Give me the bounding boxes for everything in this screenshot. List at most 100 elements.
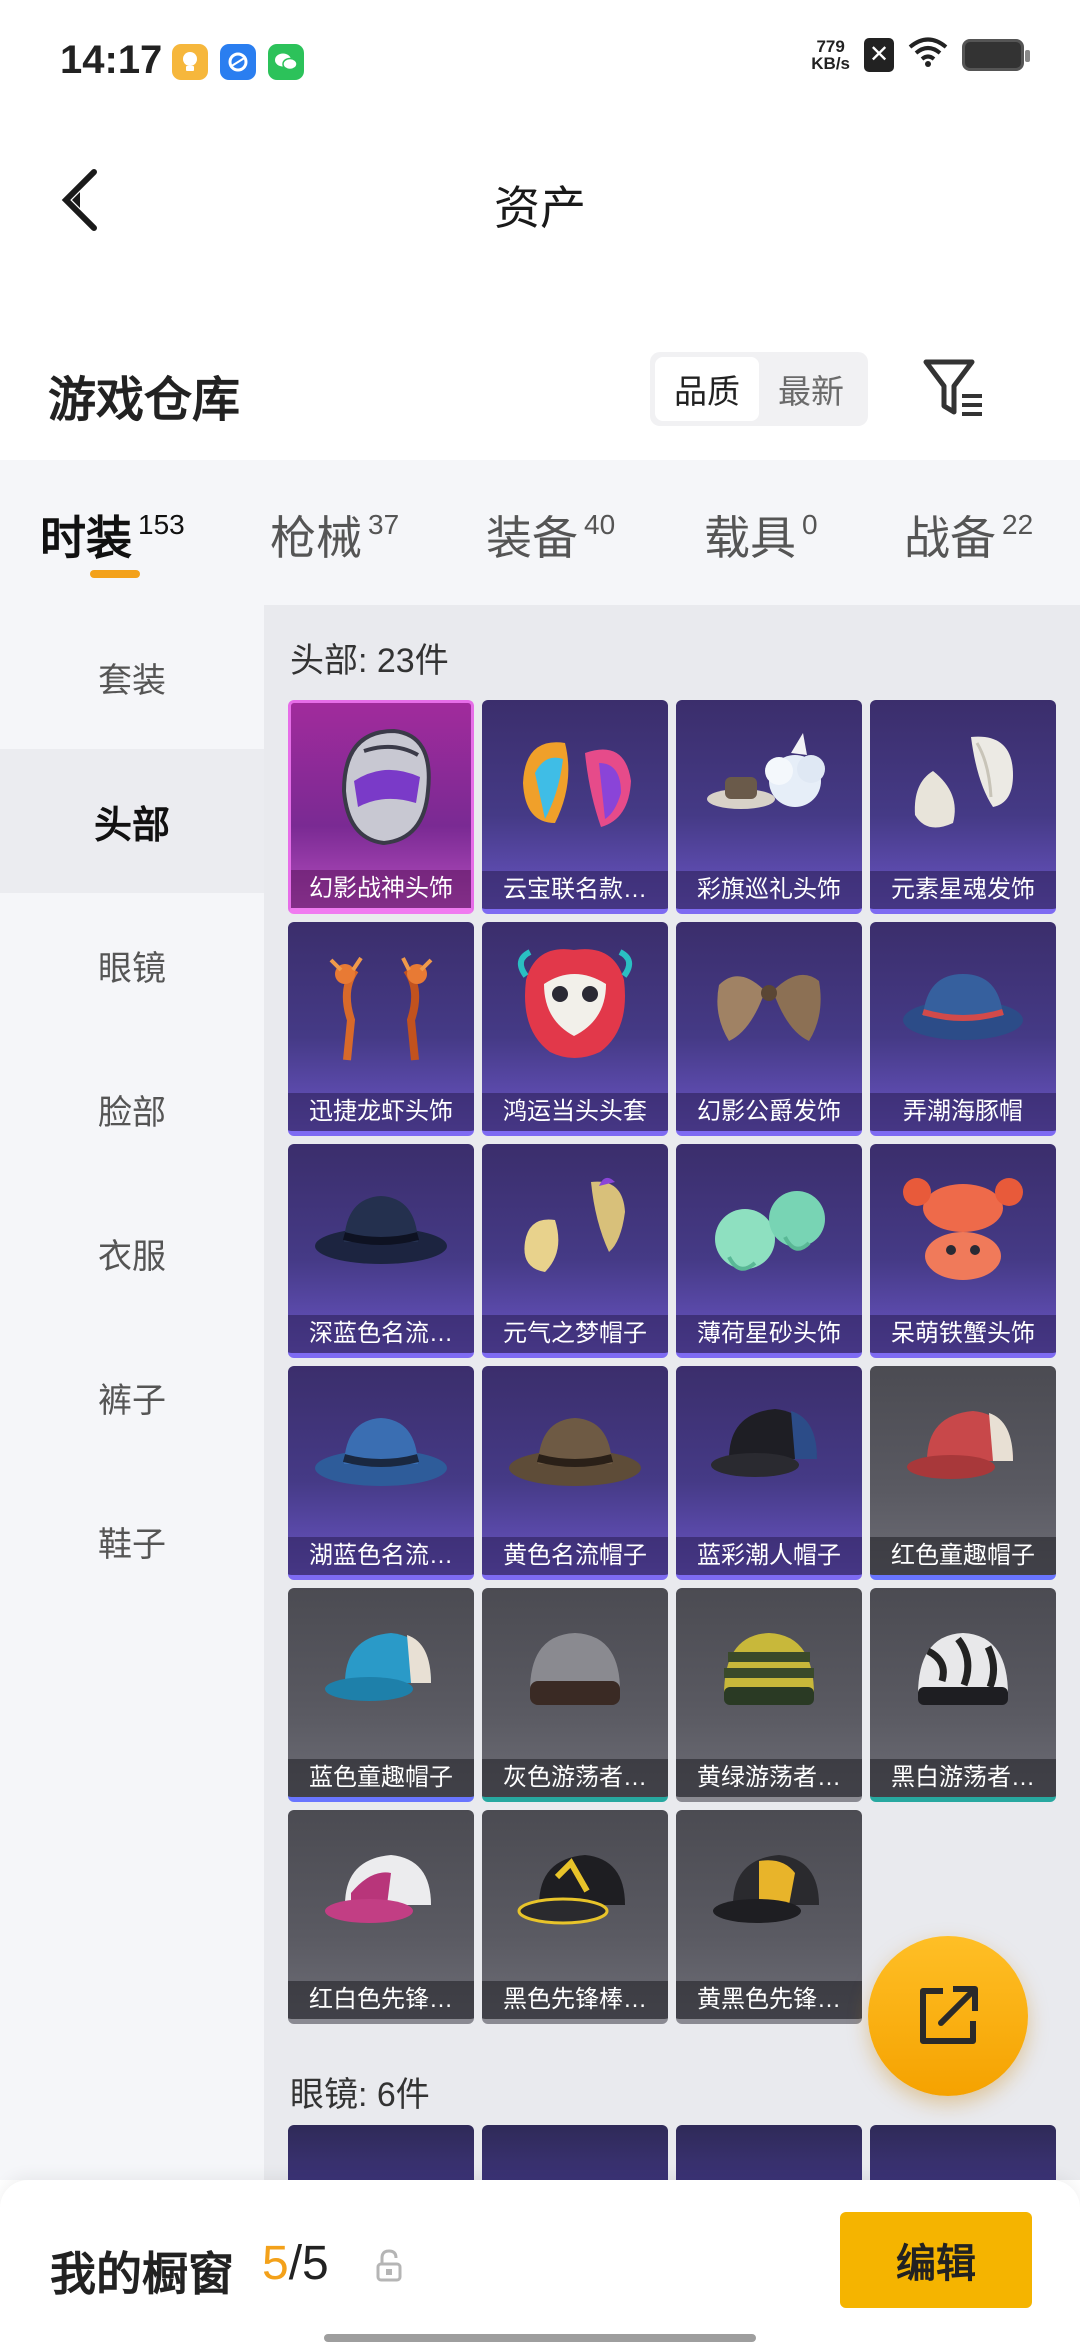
edit-button[interactable]: 编辑 xyxy=(840,2212,1032,2308)
item-card[interactable] xyxy=(288,2125,474,2180)
status-app-icons xyxy=(172,44,304,80)
item-label: 弄潮海豚帽 xyxy=(870,1093,1056,1131)
net-speed: 779 KB/s xyxy=(811,38,850,72)
hat-with-sheep-icon xyxy=(676,708,862,858)
rainbow-hair-icon xyxy=(482,708,668,858)
item-card[interactable]: 蓝彩潮人帽子 xyxy=(676,1366,862,1580)
blonde-hair-icon xyxy=(482,1152,668,1302)
item-card[interactable]: 黄黑色先锋… xyxy=(676,1810,862,2024)
item-card[interactable]: 幻影公爵发饰 xyxy=(676,922,862,1136)
brown-hair-icon xyxy=(676,930,862,1080)
browser-app-icon xyxy=(220,44,256,80)
sidebar-item-head[interactable]: 头部 xyxy=(0,749,264,893)
item-label: 黑色先锋棒… xyxy=(482,1981,668,2019)
item-label: 灰色游荡者… xyxy=(482,1759,668,1797)
blue-fedora-icon xyxy=(288,1374,474,1524)
warehouse-header: 游戏仓库 品质 最新 xyxy=(0,340,1080,460)
tab-count: 22 xyxy=(1002,509,1034,540)
tab-label: 时装 xyxy=(40,512,132,564)
item-card[interactable]: 黑色先锋棒… xyxy=(482,1810,668,2024)
tab-label: 枪械 xyxy=(270,512,362,564)
tab-equipment[interactable]: 装备 40 xyxy=(486,502,615,568)
filter-button[interactable] xyxy=(918,354,988,424)
item-label: 迅捷龙虾头饰 xyxy=(288,1093,474,1131)
lion-mask-icon xyxy=(482,930,668,1080)
item-label: 彩旗巡礼头饰 xyxy=(676,871,862,909)
item-card[interactable]: 红色童趣帽子 xyxy=(870,1366,1056,1580)
section-title-glasses: 眼镜: 6件 xyxy=(290,2076,430,2114)
tab-firearms[interactable]: 枪械 37 xyxy=(270,502,399,568)
item-card[interactable]: 黄绿游荡者… xyxy=(676,1588,862,1802)
item-card[interactable]: 云宝联名款… xyxy=(482,700,668,914)
x-box-icon: ✕ xyxy=(864,37,894,72)
item-card[interactable]: 鸿运当头头套 xyxy=(482,922,668,1136)
item-card[interactable]: 幻影战神头饰 xyxy=(288,700,474,914)
page-title: 资产 xyxy=(494,182,586,234)
item-card[interactable]: 深蓝色名流… xyxy=(288,1144,474,1358)
item-card[interactable]: 黄色名流帽子 xyxy=(482,1366,668,1580)
item-card[interactable]: 弄潮海豚帽 xyxy=(870,922,1056,1136)
lock-icon[interactable] xyxy=(374,2248,404,2282)
item-label: 幻影战神头饰 xyxy=(291,870,471,908)
item-card[interactable]: 彩旗巡礼头饰 xyxy=(676,700,862,914)
item-card[interactable]: 元气之梦帽子 xyxy=(482,1144,668,1358)
filter-icon xyxy=(923,359,982,416)
net-speed-unit: KB/s xyxy=(811,53,850,73)
crab-hat-icon xyxy=(870,1152,1056,1302)
item-label: 薄荷星砂头饰 xyxy=(676,1315,862,1353)
white-hair-icon xyxy=(870,708,1056,858)
item-card[interactable]: 灰色游荡者… xyxy=(482,1588,668,1802)
tab-vehicles[interactable]: 载具 0 xyxy=(704,502,818,568)
status-right: 779 KB/s ✕ xyxy=(811,36,1030,73)
sidebar-item-face[interactable]: 脸部 xyxy=(0,1037,264,1181)
sidebar-item-clothes[interactable]: 衣服 xyxy=(0,1181,264,1325)
sidebar-item-glasses[interactable]: 眼镜 xyxy=(0,893,264,1037)
item-label: 黄绿游荡者… xyxy=(676,1759,862,1797)
item-label: 黄色名流帽子 xyxy=(482,1537,668,1575)
item-grid: 幻影战神头饰 云宝联名款… 彩旗巡礼头饰 元素星魂发饰 迅捷龙虾头饰 鸿运当头头… xyxy=(288,700,1056,2024)
tab-fashion[interactable]: 时装 153 xyxy=(40,502,185,568)
tab-count: 37 xyxy=(368,509,400,540)
brown-fedora-icon xyxy=(482,1374,668,1524)
pink-cap-icon xyxy=(288,1818,474,1968)
glasses-row-peek xyxy=(288,2125,1056,2180)
item-label: 元气之梦帽子 xyxy=(482,1315,668,1353)
tab-supplies[interactable]: 战备 22 xyxy=(904,502,1033,568)
item-card[interactable] xyxy=(482,2125,668,2180)
tab-label: 载具 xyxy=(704,512,796,564)
tab-count: 153 xyxy=(138,509,185,540)
item-card[interactable]: 元素星魂发饰 xyxy=(870,700,1056,914)
item-card[interactable]: 呆萌铁蟹头饰 xyxy=(870,1144,1056,1358)
item-card[interactable]: 湖蓝色名流… xyxy=(288,1366,474,1580)
item-label: 红白色先锋… xyxy=(288,1981,474,2019)
sidebar-item-outfit[interactable]: 套装 xyxy=(0,605,264,749)
item-card[interactable] xyxy=(676,2125,862,2180)
share-button[interactable] xyxy=(868,1936,1028,2096)
striped-beanie-icon xyxy=(676,1596,862,1746)
black-cap-icon xyxy=(482,1818,668,1968)
item-card[interactable]: 黑白游荡者… xyxy=(870,1588,1056,1802)
item-card[interactable]: 蓝色童趣帽子 xyxy=(288,1588,474,1802)
wifi-icon xyxy=(908,36,948,73)
item-card[interactable]: 红白色先锋… xyxy=(288,1810,474,2024)
status-time: 14:17 xyxy=(60,38,163,82)
bucket-hat-icon xyxy=(870,930,1056,1080)
showcase-count-current: 5 xyxy=(262,2237,289,2290)
sort-option-quality[interactable]: 品质 xyxy=(655,357,759,421)
sidebar-item-shoes[interactable]: 鞋子 xyxy=(0,1469,264,1613)
red-cap-icon xyxy=(870,1374,1056,1524)
share-out-icon xyxy=(920,1986,978,2044)
net-speed-value: 779 xyxy=(816,36,845,56)
item-card[interactable]: 迅捷龙虾头饰 xyxy=(288,922,474,1136)
item-label: 元素星魂发饰 xyxy=(870,871,1056,909)
sidebar-item-pants[interactable]: 裤子 xyxy=(0,1325,264,1469)
tab-count: 0 xyxy=(802,509,818,540)
sort-option-newest[interactable]: 最新 xyxy=(759,357,863,421)
home-indicator[interactable] xyxy=(324,2334,756,2342)
item-label: 幻影公爵发饰 xyxy=(676,1093,862,1131)
battery-icon xyxy=(962,38,1030,71)
item-card[interactable] xyxy=(870,2125,1056,2180)
trucker-cap-icon xyxy=(676,1374,862,1524)
item-label: 深蓝色名流… xyxy=(288,1315,474,1353)
item-card[interactable]: 薄荷星砂头饰 xyxy=(676,1144,862,1358)
